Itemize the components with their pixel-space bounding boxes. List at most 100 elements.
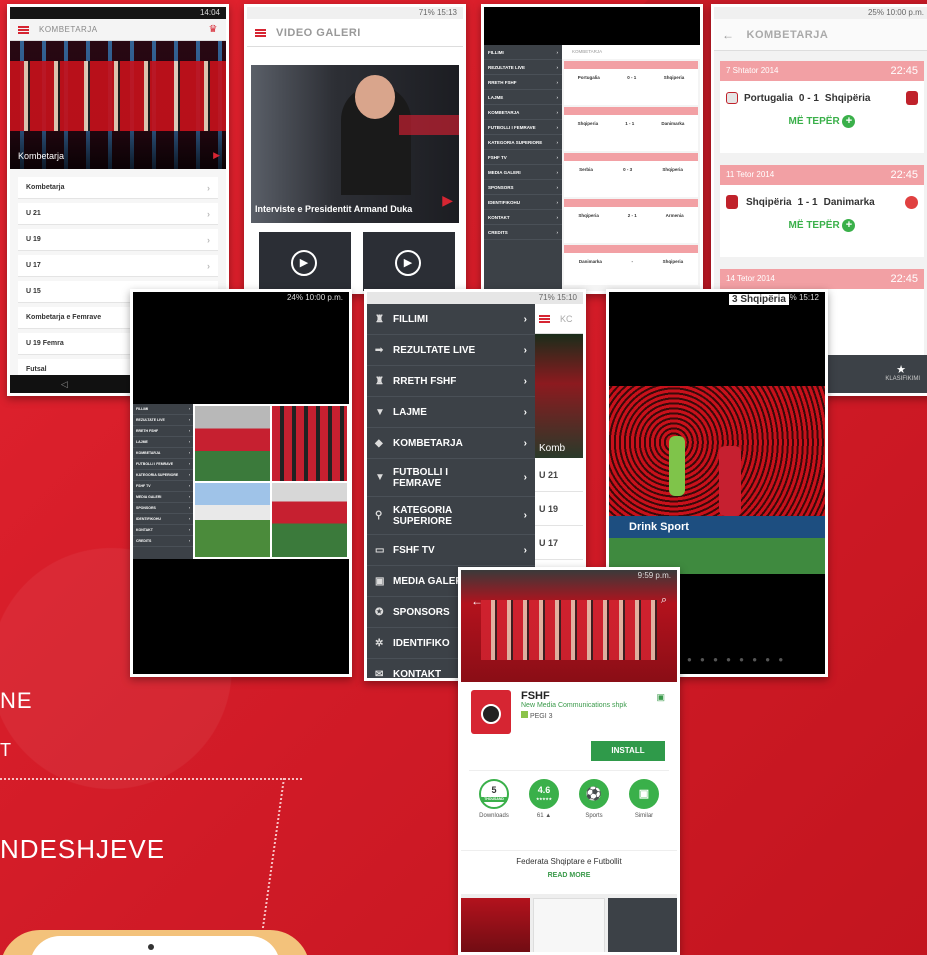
menu-item-rreth-fshf[interactable]: ♜ RRETH FSHF ›: [367, 366, 535, 397]
menu-icon[interactable]: [18, 25, 29, 34]
star-icon: ✪: [375, 606, 384, 618]
match-card[interactable]: Shqiperia 2 - 1 Armenia: [564, 199, 698, 243]
list-item[interactable]: U 17 ›: [18, 255, 218, 277]
stat-category[interactable]: ⚽ Sports: [572, 779, 616, 819]
gallery-photo[interactable]: [195, 406, 270, 481]
black-top: [484, 7, 700, 45]
screenshot-thumb[interactable]: [533, 898, 605, 952]
chevron-right-icon: ›: [523, 313, 527, 325]
more-link[interactable]: MË TEPËR +: [720, 209, 924, 232]
menu-item[interactable]: KOMBETARJA ›: [133, 448, 193, 459]
portugal-flag-icon: [726, 92, 738, 104]
match-card[interactable]: Shqiperia 1 - 1 Danimarka: [564, 107, 698, 151]
menu-item[interactable]: FSHF TV ›: [484, 150, 562, 165]
whistle-icon: ⚲: [375, 510, 383, 521]
developer[interactable]: New Media Communications shpk: [521, 702, 627, 709]
menu-item[interactable]: REZULTATE LIVE ›: [133, 415, 193, 426]
chevron-right-icon: ›: [523, 510, 527, 521]
menu-item-fillimi[interactable]: ♜ FILLIMI ›: [367, 304, 535, 335]
list-item[interactable]: Kombetarja ›: [18, 177, 218, 199]
video-thumbnail[interactable]: ▶: [363, 232, 455, 291]
denmark-flag-icon: [905, 195, 918, 209]
promo-text-line1: NE: [0, 688, 33, 713]
menu-item[interactable]: FILLIMI ›: [484, 45, 562, 60]
status-bar: 24% 10:00 p.m.: [133, 292, 349, 304]
status-text: 9:59 p.m.: [637, 571, 671, 580]
list-item[interactable]: U 21: [535, 458, 583, 492]
match-card[interactable]: 11 Tetor 2014 22:45 Shqipëria 1 - 1 Dani…: [720, 165, 924, 257]
match-row: Shqipëria 1 - 1 Danimarka: [720, 185, 924, 209]
video-thumbnail[interactable]: ▶: [259, 232, 351, 291]
content-rating: PEGI 3: [521, 711, 627, 720]
side-menu: FILLIMI › REZULTATE LIVE › RRETH FSHF › LAJ…: [133, 404, 193, 559]
menu-item[interactable]: KOMBETARJA ›: [484, 105, 562, 120]
chevron-right-icon: ›: [207, 182, 210, 193]
match-date: 14 Tetor 2014: [726, 274, 775, 283]
tab-klasifikimi[interactable]: KLASIFIKIMI: [885, 376, 920, 382]
menu-item[interactable]: FSHF TV ›: [133, 481, 193, 492]
screenshot-thumb[interactable]: [607, 898, 677, 952]
menu-item-rezultate-live[interactable]: ➟ REZULTATE LIVE ›: [367, 335, 535, 366]
read-more-link[interactable]: READ MORE: [461, 872, 677, 879]
menu-icon[interactable]: [539, 314, 550, 323]
menu-item[interactable]: RRETH FSHF ›: [133, 426, 193, 437]
install-button[interactable]: INSTALL: [591, 741, 665, 761]
list-item[interactable]: U 21 ›: [18, 203, 218, 225]
menu-item-futbolli-femrave[interactable]: ▼ FUTBOLLI I FEMRAVE ›: [367, 459, 535, 497]
back-arrow-icon[interactable]: ←: [722, 28, 735, 42]
stat-similar[interactable]: ▣ Similar: [622, 779, 666, 819]
menu-item[interactable]: IDENTIFIKOHU ›: [484, 195, 562, 210]
match-card[interactable]: Portugalia 0 - 1 Shqiperia: [564, 61, 698, 105]
menu-item[interactable]: KATEGORIA SUPERIORE ›: [484, 135, 562, 150]
menu-item[interactable]: CREDITS ›: [133, 536, 193, 547]
menu-item[interactable]: MEDIA GALERI ›: [484, 165, 562, 180]
menu-item[interactable]: KONTAKT ›: [133, 525, 193, 536]
menu-item[interactable]: IDENTIFIKOHU ›: [133, 514, 193, 525]
app-title: KOMBETARJA: [746, 28, 829, 41]
back-icon[interactable]: ◁: [61, 379, 68, 390]
screenshot-thumb[interactable]: [461, 898, 531, 952]
menu-item[interactable]: FILLIMI ›: [133, 404, 193, 415]
stat-downloads: 5 THOUSAND Downloads: [472, 779, 516, 819]
gallery-photo[interactable]: [195, 482, 270, 557]
menu-item[interactable]: KONTAKT ›: [484, 210, 562, 225]
list-item[interactable]: U 19: [535, 492, 583, 526]
more-link[interactable]: MË TEPËR +: [720, 105, 924, 128]
bookmark-icon[interactable]: ▣: [656, 692, 665, 703]
menu-item-kategoria-superiore[interactable]: ⚲ KATEGORIA SUPERIORE ›: [367, 497, 535, 535]
menu-item[interactable]: RRETH FSHF ›: [484, 75, 562, 90]
tv-icon: ▭: [375, 544, 385, 556]
featured-video[interactable]: Interviste e Presidentit Armand Duka ▶: [251, 65, 459, 223]
menu-item[interactable]: SPONSORS ›: [484, 180, 562, 195]
screenshot-strip: [461, 894, 677, 952]
shirt-icon: ▼: [375, 406, 385, 418]
trophy-icon: ♛: [208, 24, 218, 35]
screen-menu-matches: FILLIMI › REZULTATE LIVE › RRETH FSHF › LAJ…: [481, 4, 703, 294]
menu-item-lajme[interactable]: ▼ LAJME ›: [367, 397, 535, 428]
albania-flag-icon: [726, 195, 738, 209]
stat-rating: 4.6 ★★★★★ 61 ▲: [522, 779, 566, 819]
menu-item[interactable]: LAJME ›: [484, 90, 562, 105]
match-card[interactable]: 7 Shtator 2014 22:45 Portugalia 0 - 1 Sh…: [720, 61, 924, 153]
search-icon[interactable]: ⌕: [661, 594, 667, 607]
menu-item[interactable]: SPONSORS ›: [133, 503, 193, 514]
menu-item[interactable]: LAJME ›: [133, 437, 193, 448]
menu-item[interactable]: FUTBOLLI I FEMRAVE ›: [133, 459, 193, 470]
match-photo[interactable]: Drink Sport: [609, 386, 825, 574]
gallery-photo[interactable]: [272, 406, 347, 481]
list-item[interactable]: U 17: [535, 526, 583, 560]
match-header: 14 Tetor 2014 22:45: [720, 269, 924, 289]
menu-item-fshf-tv[interactable]: ▭ FSHF TV ›: [367, 535, 535, 566]
match-card[interactable]: Danimarka - Shqiperia: [564, 245, 698, 285]
menu-item-kombetarja[interactable]: ◆ KOMBETARJA ›: [367, 428, 535, 459]
match-card[interactable]: Serbia 0 - 3 Shqiperia: [564, 153, 698, 197]
list-item[interactable]: U 19 ›: [18, 229, 218, 251]
team-photo[interactable]: Kombetarja ▶: [10, 41, 226, 169]
menu-item[interactable]: KATEGORIA SUPERIORE ›: [133, 470, 193, 481]
menu-icon[interactable]: [255, 28, 266, 37]
menu-item[interactable]: FUTBOLLI I FEMRAVE ›: [484, 120, 562, 135]
gallery-photo[interactable]: [272, 482, 347, 557]
menu-item[interactable]: CREDITS ›: [484, 225, 562, 240]
menu-item[interactable]: REZULTATE LIVE ›: [484, 60, 562, 75]
menu-item[interactable]: MEDIA GALERI ›: [133, 492, 193, 503]
